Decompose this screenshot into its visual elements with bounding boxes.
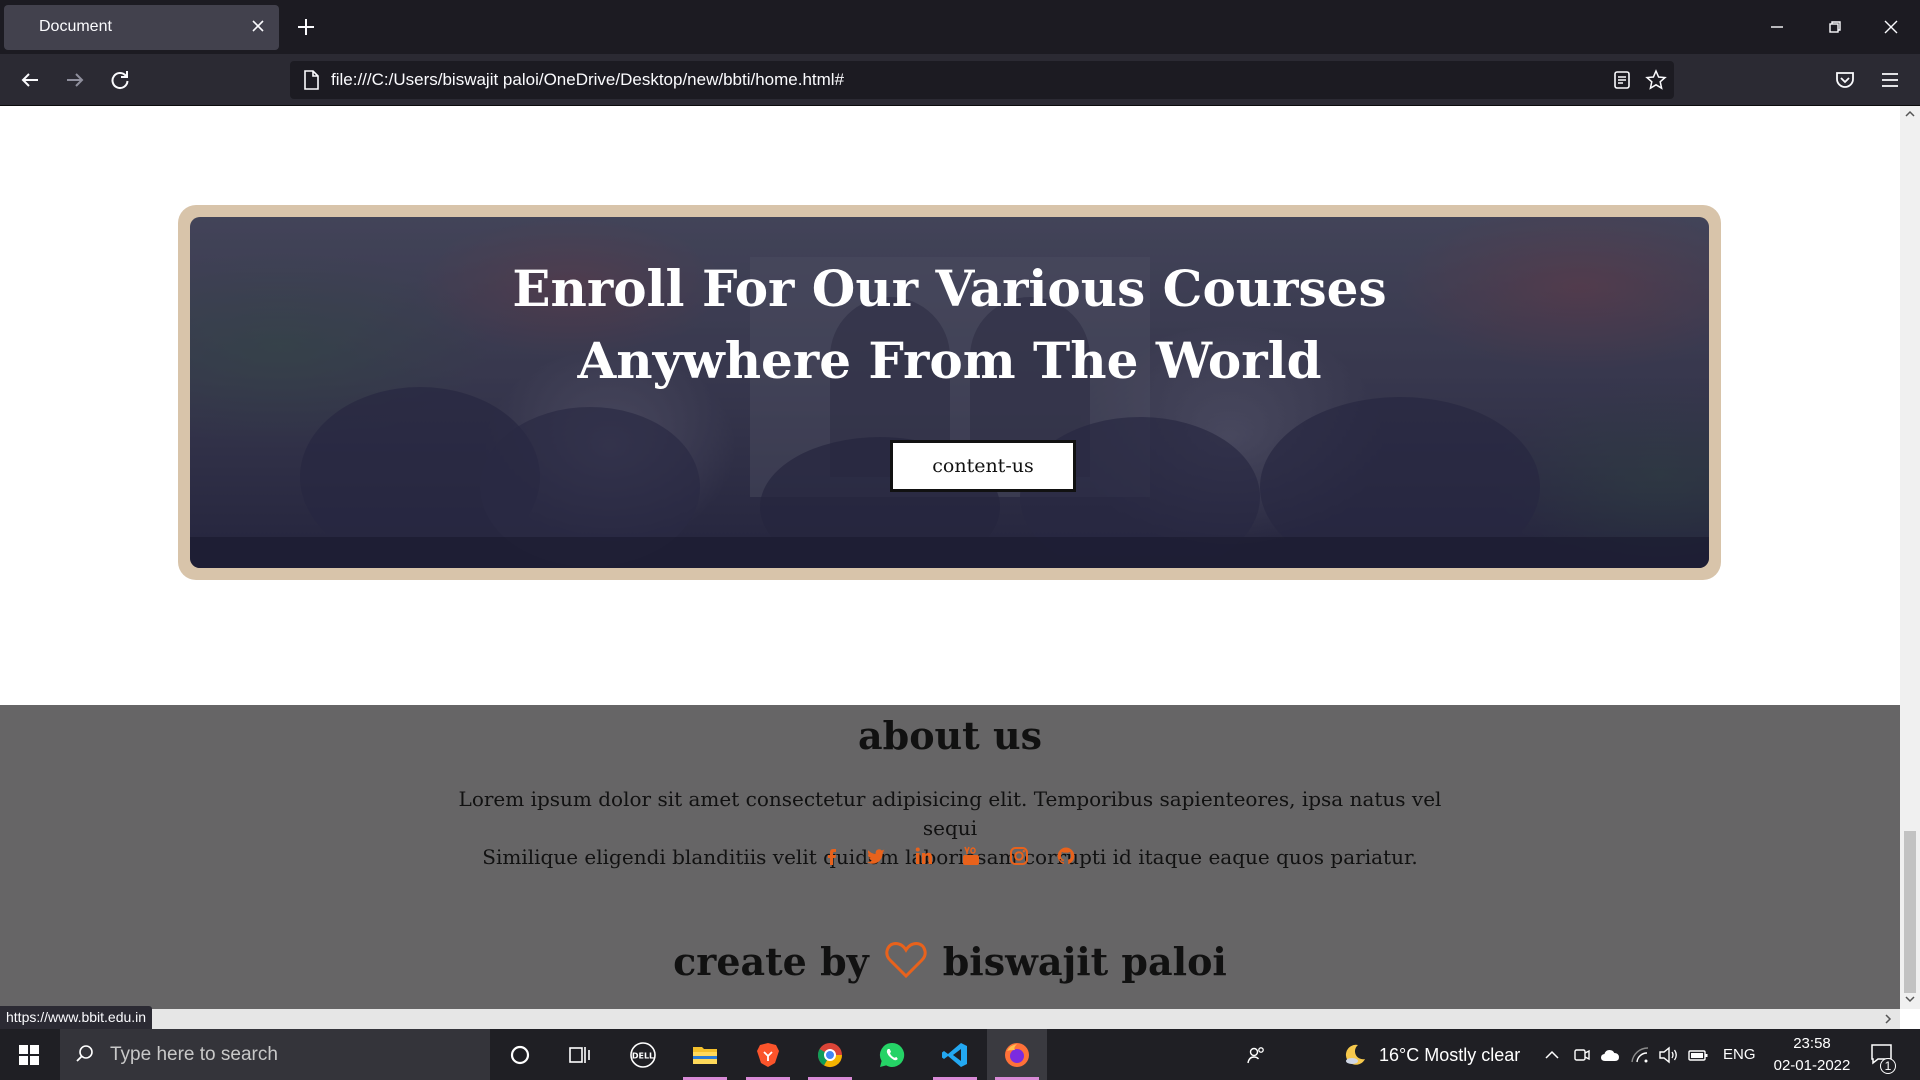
folder-icon xyxy=(693,1047,717,1064)
weather-moon-icon[interactable] xyxy=(1342,1042,1368,1068)
chevron-up-icon[interactable] xyxy=(1541,1044,1563,1066)
vscode-icon xyxy=(942,1043,967,1067)
bookmark-star-icon[interactable] xyxy=(1645,69,1667,91)
chrome-icon xyxy=(817,1043,842,1068)
battery-icon[interactable] xyxy=(1687,1044,1709,1066)
scroll-up-icon[interactable] xyxy=(1904,108,1916,120)
cortana-button[interactable] xyxy=(490,1029,550,1080)
linkedin-icon[interactable] xyxy=(913,845,935,867)
footer-credit: create by biswajit paloi xyxy=(0,939,1900,984)
dell-icon: DELL xyxy=(630,1042,656,1068)
restore-icon[interactable] xyxy=(1822,14,1848,40)
forward-arrow-icon[interactable] xyxy=(61,66,89,94)
menu-icon[interactable] xyxy=(1876,66,1904,94)
onedrive-cloud-icon[interactable] xyxy=(1599,1044,1621,1066)
navigation-toolbar: file:///C:/Users/biswajit paloi/OneDrive… xyxy=(0,54,1920,106)
dell-app-button[interactable]: DELL xyxy=(613,1029,673,1080)
firefox-icon xyxy=(1005,1043,1029,1067)
clock-time[interactable]: 23:58 xyxy=(1774,1035,1850,1052)
url-text: file:///C:/Users/biswajit paloi/OneDrive… xyxy=(331,70,845,89)
task-view-icon xyxy=(569,1047,590,1063)
hero-banner: Enroll For Our Various Courses Anywhere … xyxy=(190,217,1709,568)
instagram-icon[interactable] xyxy=(1008,845,1030,867)
wifi-icon[interactable] xyxy=(1629,1044,1651,1066)
windows-taskbar: Type here to search DELL 16°C Mostly cle… xyxy=(0,1029,1920,1080)
task-view-button[interactable] xyxy=(550,1029,610,1080)
banner-heading-line1: Enroll For Our Various Courses xyxy=(512,259,1387,318)
chrome-button[interactable] xyxy=(800,1029,860,1080)
status-link-preview: https://www.bbit.edu.in xyxy=(0,1006,153,1030)
weather-text[interactable]: 16°C Mostly clear xyxy=(1379,1045,1520,1066)
svg-text:DELL: DELL xyxy=(632,1052,654,1061)
hero-banner-frame: Enroll For Our Various Courses Anywhere … xyxy=(178,205,1721,580)
close-tab-icon[interactable] xyxy=(249,17,267,35)
cortana-icon xyxy=(510,1045,530,1065)
back-arrow-icon[interactable] xyxy=(16,66,44,94)
page-viewport: Enroll For Our Various Courses Anywhere … xyxy=(0,106,1900,1009)
facebook-icon[interactable] xyxy=(820,845,842,867)
file-explorer-button[interactable] xyxy=(675,1029,735,1080)
tab-title: Document xyxy=(39,18,112,35)
address-bar[interactable]: file:///C:/Users/biswajit paloi/OneDrive… xyxy=(290,61,1674,99)
taskbar-search-box[interactable]: Type here to search xyxy=(60,1029,490,1080)
firefox-button[interactable] xyxy=(987,1029,1047,1080)
github-icon[interactable] xyxy=(1055,845,1077,867)
people-icon[interactable] xyxy=(1245,1044,1267,1066)
minimize-icon[interactable] xyxy=(1764,14,1790,40)
about-text-line2: Similique eligendi blanditiis velit quid… xyxy=(482,845,1418,869)
tab-document[interactable]: Document xyxy=(4,5,279,50)
youtube-icon[interactable] xyxy=(960,845,982,867)
reload-icon[interactable] xyxy=(106,66,134,94)
contact-us-button[interactable]: content-us xyxy=(890,440,1076,492)
windows-start-icon[interactable] xyxy=(18,1044,40,1066)
banner-heading: Enroll For Our Various Courses Anywhere … xyxy=(190,253,1709,397)
notification-count-badge: 1 xyxy=(1880,1058,1896,1074)
whatsapp-button[interactable] xyxy=(862,1029,922,1080)
scroll-right-icon[interactable] xyxy=(1882,1013,1894,1025)
twitter-icon[interactable] xyxy=(865,845,887,867)
new-tab-icon[interactable] xyxy=(294,15,318,39)
search-icon xyxy=(76,1045,93,1062)
about-title: about us xyxy=(858,713,1042,758)
horizontal-scrollbar[interactable] xyxy=(0,1009,1900,1029)
search-placeholder: Type here to search xyxy=(110,1044,278,1065)
speaker-icon[interactable] xyxy=(1657,1044,1679,1066)
brave-browser-button[interactable] xyxy=(738,1029,798,1080)
vertical-scrollbar[interactable] xyxy=(1900,106,1920,1009)
brave-lion-icon xyxy=(757,1043,779,1067)
reader-view-icon[interactable] xyxy=(1611,69,1633,91)
about-text: Lorem ipsum dolor sit amet consectetur a… xyxy=(430,785,1470,872)
language-indicator[interactable]: ENG xyxy=(1723,1046,1756,1063)
about-text-line1: Lorem ipsum dolor sit amet consectetur a… xyxy=(458,787,1442,840)
about-section: about us Lorem ipsum dolor sit amet cons… xyxy=(0,705,1900,1009)
heart-icon xyxy=(885,941,927,979)
tab-strip: Document xyxy=(0,0,1920,54)
pocket-icon[interactable] xyxy=(1831,66,1859,94)
clock-date[interactable]: 02-01-2022 xyxy=(1768,1057,1856,1074)
scroll-down-icon[interactable] xyxy=(1904,993,1916,1005)
meet-now-icon[interactable] xyxy=(1571,1044,1593,1066)
banner-heading-line2: Anywhere From The World xyxy=(577,331,1322,390)
close-window-icon[interactable] xyxy=(1878,14,1904,40)
whatsapp-icon xyxy=(879,1042,905,1067)
vscode-button[interactable] xyxy=(925,1029,985,1080)
footer-author: biswajit paloi xyxy=(942,939,1227,984)
scrollbar-thumb[interactable] xyxy=(1904,831,1916,993)
page-icon xyxy=(304,70,319,90)
footer-prefix: create by xyxy=(673,939,869,984)
